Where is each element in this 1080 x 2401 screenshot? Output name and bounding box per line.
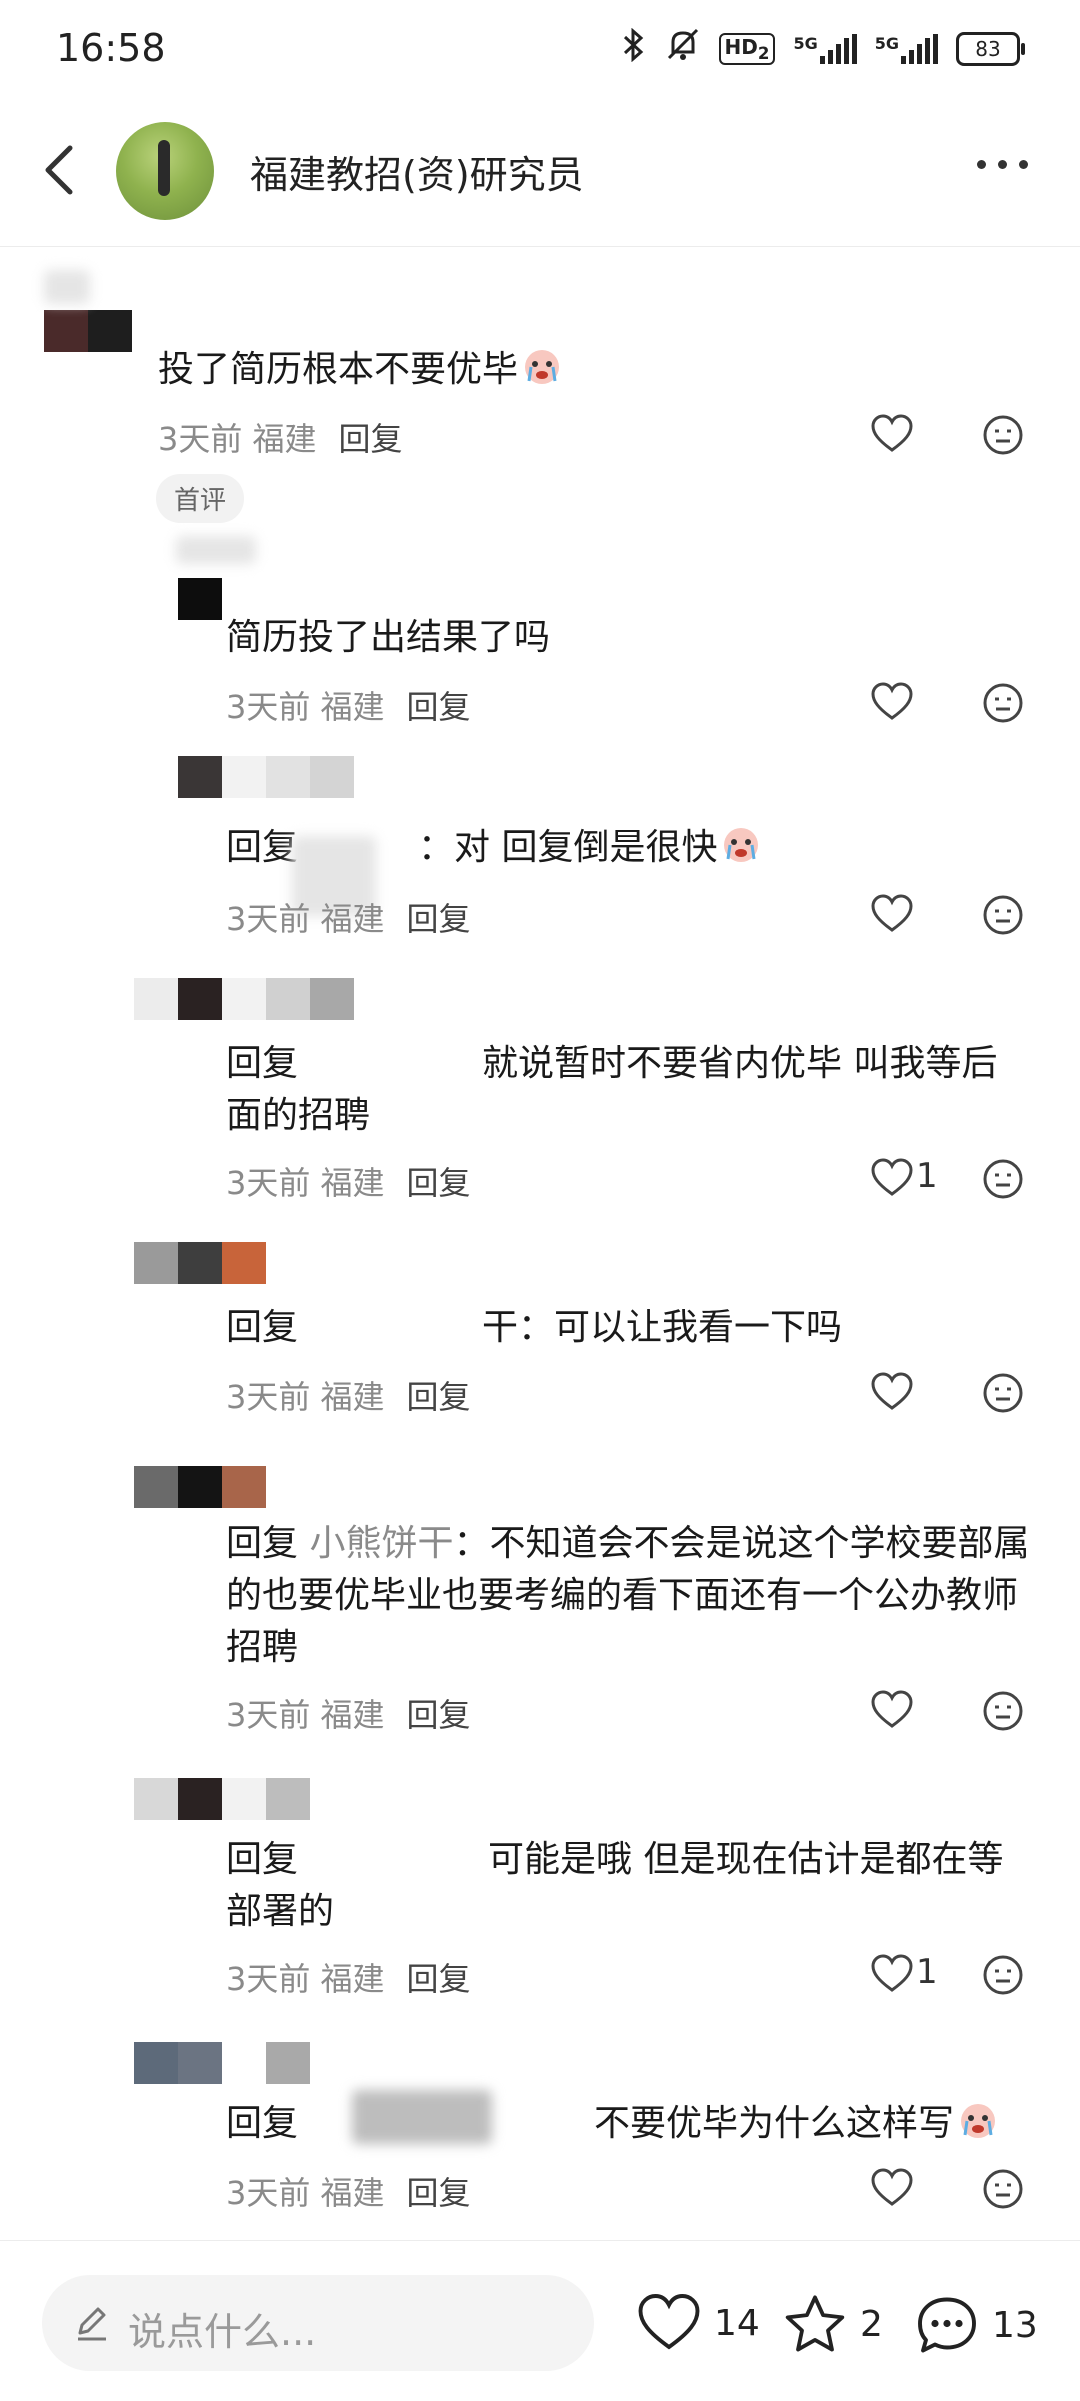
more-options-button[interactable]: [977, 160, 1028, 169]
comment-text: 回复 就说暂时不要省内优毕 叫我等后面的招聘: [226, 1043, 998, 1136]
signal-icon-1: 5G: [793, 33, 857, 64]
commenter-avatar[interactable]: [134, 2042, 310, 2084]
status-time: 16:58: [56, 26, 166, 70]
comment-meta: 3天前 福建 回复: [226, 900, 471, 938]
like-post-button[interactable]: 14: [636, 2293, 760, 2353]
blurred-username: [176, 536, 256, 564]
comment-text: 回复 可能是哦 但是现在估计是都在等部署的: [226, 1839, 1004, 1932]
back-button[interactable]: [38, 140, 88, 200]
star-icon: [785, 2295, 845, 2352]
reply-button[interactable]: 回复: [407, 1164, 471, 1202]
react-face-icon[interactable]: [982, 682, 1024, 724]
comment-bubble-icon: [918, 2297, 976, 2353]
blurred-username: [44, 270, 90, 304]
comment-text: 回复 干：可以让我看一下吗: [226, 1307, 843, 1348]
commenter-avatar[interactable]: [178, 756, 354, 798]
crying-emoji-icon: [721, 825, 761, 865]
comment-meta: 3天前 福建 回复: [158, 420, 403, 458]
comment-meta: 3天前 福建 回复: [226, 1960, 471, 1998]
like-count: 14: [714, 2302, 760, 2344]
status-bar: 16:58 HD2 5G 5G 83: [0, 0, 1080, 100]
reply-button[interactable]: 回复: [407, 900, 471, 938]
comment-text: 回复 小熊饼干：不知道会不会是说这个学校要部属的也要优毕业也要考编的看下面还有一…: [226, 1523, 1030, 1668]
signal-icon-2: 5G: [875, 33, 938, 64]
crying-emoji-icon: [958, 2101, 998, 2141]
like-heart-icon[interactable]: [870, 414, 914, 454]
status-icons: HD2 5G 5G 83: [621, 27, 1025, 69]
react-face-icon[interactable]: [982, 1690, 1024, 1732]
reply-button[interactable]: 回复: [407, 1378, 471, 1416]
comment-meta: 3天前 福建 回复: [226, 2174, 471, 2212]
commenter-avatar[interactable]: [134, 1778, 310, 1820]
mute-bell-icon: [665, 28, 701, 69]
chevron-left-icon: [45, 145, 73, 195]
comment-text: 回复 不要优毕为什么这样写: [226, 2098, 998, 2150]
react-face-icon[interactable]: [982, 414, 1024, 456]
comment-text: 简历投了出结果了吗: [226, 617, 551, 658]
commenter-avatar[interactable]: [134, 978, 354, 1020]
like-heart-icon[interactable]: [870, 1690, 914, 1730]
author-avatar[interactable]: [116, 122, 214, 220]
comment-text: 投了简历根本不要优毕: [158, 344, 562, 396]
commenter-avatar[interactable]: [178, 578, 222, 620]
comment-meta: 3天前 福建 回复: [226, 1164, 471, 1202]
react-face-icon[interactable]: [982, 1372, 1024, 1414]
comment-count: 13: [992, 2304, 1038, 2346]
pencil-icon: [78, 2307, 106, 2341]
reply-button[interactable]: 回复: [407, 1696, 471, 1734]
comment-input[interactable]: 说点什么...: [42, 2275, 594, 2371]
like-heart-icon[interactable]: [870, 1158, 914, 1198]
react-face-icon[interactable]: [982, 894, 1024, 936]
comment-meta: 3天前 福建 回复: [226, 1378, 471, 1416]
like-heart-icon[interactable]: [870, 682, 914, 722]
collect-count: 2: [860, 2303, 883, 2345]
blurred-username: [352, 2090, 492, 2144]
like-heart-icon[interactable]: [870, 894, 914, 934]
commenter-avatar[interactable]: [134, 1466, 266, 1508]
like-count: 1: [916, 1952, 938, 1992]
heart-icon: [638, 2294, 700, 2350]
collect-button[interactable]: 2: [782, 2293, 883, 2355]
hd-icon: HD2: [718, 32, 776, 65]
react-face-icon[interactable]: [982, 1158, 1024, 1200]
reply-button[interactable]: 回复: [339, 420, 403, 458]
commenter-avatar[interactable]: [134, 1242, 266, 1284]
react-face-icon[interactable]: [982, 2168, 1024, 2210]
comment-input-placeholder: 说点什么...: [128, 2310, 317, 2354]
author-name[interactable]: 福建教招(资)研究员: [250, 144, 584, 199]
bottom-bar: 说点什么... 14 2 13: [0, 2240, 1080, 2401]
commenter-avatar[interactable]: [44, 310, 132, 352]
reply-button[interactable]: 回复: [407, 688, 471, 726]
react-face-icon[interactable]: [982, 1954, 1024, 1996]
reply-button[interactable]: 回复: [407, 1960, 471, 1998]
like-heart-icon[interactable]: [870, 2168, 914, 2208]
comment-meta: 3天前 福建 回复: [226, 1696, 471, 1734]
comments-button[interactable]: 13: [914, 2293, 1038, 2357]
crying-emoji-icon: [522, 347, 562, 387]
like-heart-icon[interactable]: [870, 1372, 914, 1412]
comment-meta: 3天前 福建 回复: [226, 688, 471, 726]
like-heart-icon[interactable]: [870, 1954, 914, 1994]
like-count: 1: [916, 1156, 938, 1196]
note-header: 福建教招(资)研究员: [0, 100, 1080, 247]
battery-icon: 83: [956, 31, 1025, 66]
reply-button[interactable]: 回复: [407, 2174, 471, 2212]
first-comment-badge: 首评: [156, 474, 245, 523]
bluetooth-icon: [621, 27, 647, 69]
